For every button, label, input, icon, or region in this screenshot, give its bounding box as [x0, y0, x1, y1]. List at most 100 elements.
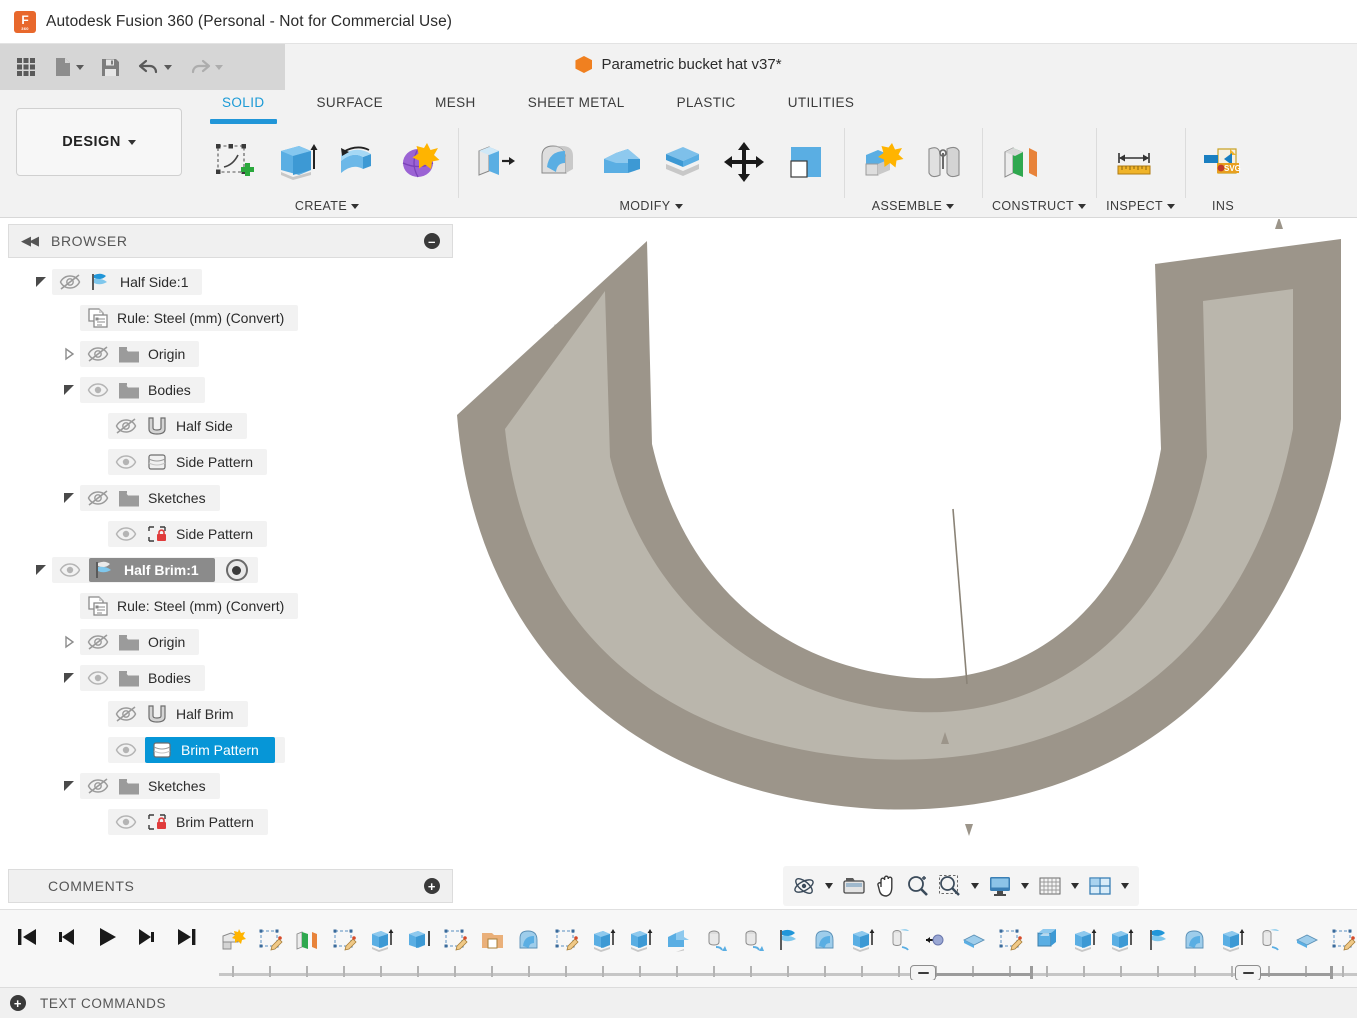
tree-row[interactable]: Sketches: [0, 480, 455, 516]
tree-row-content[interactable]: Bodies: [80, 665, 205, 691]
offset-plane-icon[interactable]: [992, 133, 1048, 191]
tree-row[interactable]: Half Brim:1: [0, 552, 455, 588]
browser-panel-header[interactable]: ◀◀ BROWSER –: [8, 224, 453, 258]
timeline-feature-fillet-icon[interactable]: [1177, 920, 1214, 960]
model-geometry[interactable]: [455, 219, 1357, 909]
tree-row-content[interactable]: Half Side: [108, 413, 247, 439]
eye-hidden-icon[interactable]: [86, 633, 110, 651]
tree-row-content[interactable]: Half Side:1: [52, 269, 202, 295]
create-sketch-icon[interactable]: [206, 133, 262, 191]
timeline-group-collapse-handle[interactable]: [1235, 965, 1261, 980]
timeline-feature-sketch-icon[interactable]: [437, 920, 474, 960]
eye-hidden-icon[interactable]: [86, 777, 110, 795]
redo-icon[interactable]: [181, 50, 230, 84]
eye-hidden-icon[interactable]: [86, 345, 110, 363]
chevron-down-icon[interactable]: [215, 65, 223, 70]
extrude-icon[interactable]: [268, 133, 324, 191]
tree-row-content[interactable]: Rule: Steel (mm) (Convert): [80, 593, 298, 619]
timeline-group-collapse-handle[interactable]: [910, 965, 936, 980]
document-title[interactable]: Parametric bucket hat v37*: [601, 56, 781, 73]
timeline-feature-extrude-icon[interactable]: [622, 920, 659, 960]
eye-visible-icon[interactable]: [86, 669, 110, 687]
tree-row-content[interactable]: Origin: [80, 629, 199, 655]
chevron-down-icon[interactable]: [76, 65, 84, 70]
tab-surface[interactable]: SURFACE: [291, 90, 410, 120]
timeline-feature-sketch-icon[interactable]: [1325, 920, 1357, 960]
expand-collapse-right-icon[interactable]: [58, 347, 80, 361]
look-at-icon[interactable]: [839, 870, 869, 902]
panel-inspect-label[interactable]: INSPECT: [1106, 199, 1175, 218]
timeline-feature-extrude-icon[interactable]: [585, 920, 622, 960]
workspace-switcher-button[interactable]: DESIGN: [16, 108, 182, 176]
eye-visible-icon[interactable]: [114, 525, 138, 543]
tree-row-content[interactable]: Sketches: [80, 485, 220, 511]
timeline-feature-sketch-icon[interactable]: [992, 920, 1029, 960]
timeline-feature-box-icon[interactable]: [1029, 920, 1066, 960]
timeline-feature-component-flag-icon[interactable]: [1140, 920, 1177, 960]
tree-row[interactable]: Side Pattern: [0, 444, 455, 480]
tab-plastic[interactable]: PLASTIC: [651, 90, 762, 120]
play-icon[interactable]: [92, 922, 122, 952]
timeline-feature-extrude-icon[interactable]: [1103, 920, 1140, 960]
timeline-feature-mirror-icon[interactable]: [918, 920, 955, 960]
collapse-left-icon[interactable]: ◀◀: [21, 233, 37, 249]
save-icon[interactable]: [93, 50, 128, 84]
viewport-canvas[interactable]: [455, 219, 1357, 909]
timeline-feature-fillet-icon[interactable]: [807, 920, 844, 960]
eye-hidden-icon[interactable]: [86, 489, 110, 507]
insert-svg-icon[interactable]: SVG: [1195, 133, 1251, 191]
app-grid-icon[interactable]: [8, 50, 44, 84]
tree-row[interactable]: Side Pattern: [0, 516, 455, 552]
timeline-feature-offset-plane-icon[interactable]: [289, 920, 326, 960]
expand-collapse-down-icon[interactable]: [58, 779, 80, 793]
timeline-feature-derive-icon[interactable]: [955, 920, 992, 960]
timeline-feature-new-component-icon[interactable]: [215, 920, 252, 960]
display-settings-icon[interactable]: [985, 870, 1015, 902]
tree-row[interactable]: Brim Pattern: [0, 804, 455, 840]
minus-circle-icon[interactable]: –: [424, 233, 440, 249]
fit-icon[interactable]: [935, 870, 965, 902]
timeline-feature-derive-icon[interactable]: [1288, 920, 1325, 960]
undo-icon[interactable]: [130, 50, 179, 84]
tree-row-content[interactable]: Origin: [80, 341, 199, 367]
step-backward-icon[interactable]: [52, 922, 82, 952]
create-form-icon[interactable]: [392, 133, 448, 191]
offset-face-icon[interactable]: [654, 133, 710, 191]
orbit-icon[interactable]: [789, 870, 819, 902]
activate-component-radio[interactable]: [226, 559, 248, 581]
chevron-down-icon[interactable]: [825, 883, 833, 889]
tree-row[interactable]: Bodies: [0, 372, 455, 408]
measure-icon[interactable]: [1106, 133, 1162, 191]
tree-row[interactable]: Sketches: [0, 768, 455, 804]
eye-visible-icon[interactable]: [86, 381, 110, 399]
expand-collapse-right-icon[interactable]: [58, 635, 80, 649]
expand-collapse-down-icon[interactable]: [58, 383, 80, 397]
tab-utilities[interactable]: UTILITIES: [762, 90, 881, 120]
tree-row-content[interactable]: Rule: Steel (mm) (Convert): [80, 305, 298, 331]
timeline-feature-extrude-icon[interactable]: [1214, 920, 1251, 960]
panel-create-label[interactable]: CREATE: [206, 199, 448, 218]
eye-visible-icon[interactable]: [114, 453, 138, 471]
tree-row-content[interactable]: Brim Pattern: [108, 737, 285, 763]
timeline-feature-extrude-icon[interactable]: [363, 920, 400, 960]
tree-row[interactable]: Rule: Steel (mm) (Convert): [0, 300, 455, 336]
go-to-end-icon[interactable]: [172, 922, 202, 952]
joint-icon[interactable]: [916, 133, 972, 191]
tree-row-content[interactable]: Half Brim: [108, 701, 248, 727]
tree-row[interactable]: Half Side: [0, 408, 455, 444]
pan-icon[interactable]: [871, 870, 901, 902]
timeline-feature-hole-icon[interactable]: [696, 920, 733, 960]
chevron-down-icon[interactable]: [1021, 883, 1029, 889]
eye-visible-icon[interactable]: [58, 561, 82, 579]
tree-row-content[interactable]: Side Pattern: [108, 449, 267, 475]
timeline-feature-revolve-icon[interactable]: [400, 920, 437, 960]
move-copy-icon[interactable]: [716, 133, 772, 191]
timeline-feature-component-flag-icon[interactable]: [770, 920, 807, 960]
plus-circle-icon[interactable]: +: [10, 995, 26, 1011]
timeline-feature-extrude-icon[interactable]: [844, 920, 881, 960]
shell-icon[interactable]: [592, 133, 648, 191]
chevron-down-icon[interactable]: [971, 883, 979, 889]
timeline-feature-copy-paste-icon[interactable]: [474, 920, 511, 960]
eye-hidden-icon[interactable]: [114, 417, 138, 435]
text-commands-bar[interactable]: + TEXT COMMANDS: [0, 987, 1357, 1018]
